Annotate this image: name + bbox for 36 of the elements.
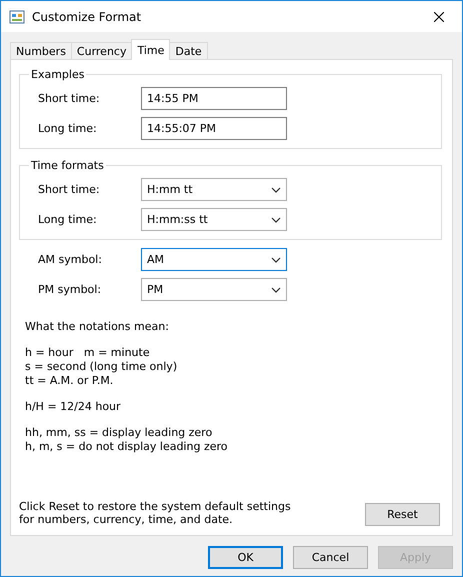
tab[interactable]: Currency [70,42,132,60]
text-field[interactable]: 14:55 PM [141,87,287,110]
field-label: Long time: [38,213,98,226]
dropdown[interactable]: AM [141,248,287,271]
field-label: PM symbol: [38,283,102,296]
notation-text: s = second (long time only) [25,360,178,373]
notation-text: h/H = 12/24 hour [25,400,122,413]
dropdown[interactable]: PM [141,278,287,301]
tab[interactable]: Numbers [10,42,72,60]
notation-text: h, m, s = do not display leading zero [25,440,228,453]
dropdown[interactable]: H:mm:ss tt [141,208,287,231]
text-field[interactable]: 14:55:07 PM [141,117,287,140]
field-label: Short time: [38,183,101,196]
notes-heading: What the notations mean: [25,320,170,333]
close-icon [434,12,444,22]
notation-text: tt = A.M. or P.M. [25,374,114,387]
group-title: Examples [30,68,86,81]
field-label: Long time: [38,122,98,135]
field-label: AM symbol: [38,253,103,266]
reset-button[interactable]: Reset [365,503,440,526]
dropdown-caret-icon [271,186,281,192]
window-title: Customize Format [32,10,142,24]
tab[interactable]: Time [131,39,170,60]
dropdown-caret-icon [271,256,281,262]
dropdown[interactable]: H:mm tt [141,178,287,201]
dialog-button[interactable]: Cancel [293,546,368,569]
field-label: Short time: [38,92,101,105]
reset-description: Click Reset to restore the system default settings for numbers, currency, time, and date. [19,500,292,526]
dialog-button[interactable]: OK [208,546,283,569]
dropdown-caret-icon [271,216,281,222]
notation-text: h = hour m = minute [25,346,151,359]
app-icon [9,8,25,24]
tab[interactable]: Date [169,42,208,60]
dropdown-caret-icon [271,286,281,292]
group-title: Time formats [30,159,105,172]
notation-text: hh, mm, ss = display leading zero [25,426,214,439]
